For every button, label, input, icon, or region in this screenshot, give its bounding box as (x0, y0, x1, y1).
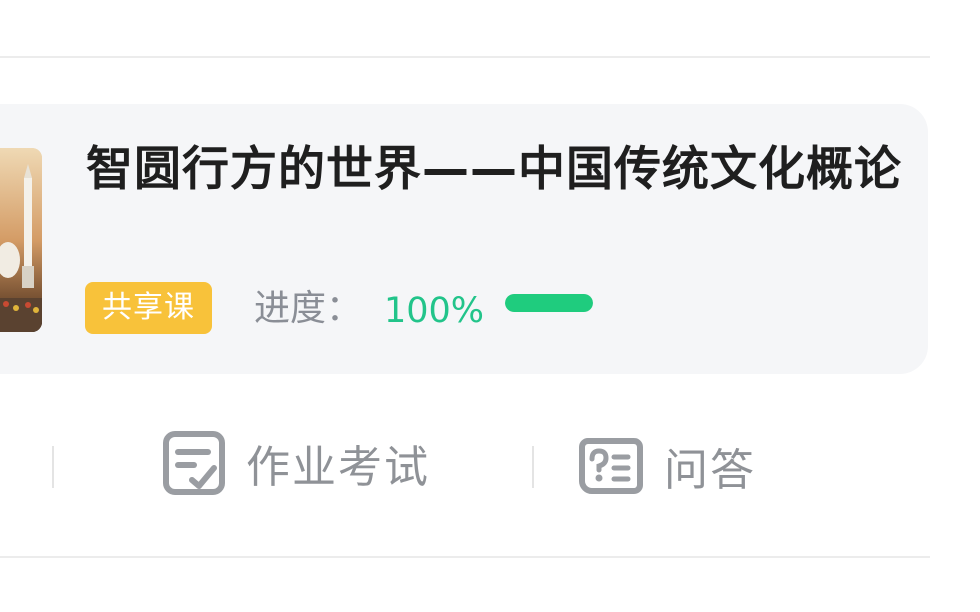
bottom-divider (0, 556, 930, 558)
progress-bar-fill (505, 294, 593, 312)
action-separator (532, 446, 534, 488)
qa-icon (578, 435, 644, 497)
homework-exam-icon (162, 430, 226, 496)
course-title[interactable]: 智圆行方的世界——中国传统文化概论 (86, 140, 902, 200)
qa-button[interactable]: 问答 (578, 434, 756, 498)
shared-course-badge: 共享课 (85, 282, 212, 334)
course-thumbnail[interactable] (0, 148, 42, 332)
action-separator (52, 446, 54, 488)
homework-exam-label: 作业考试 (246, 442, 430, 493)
progress-bar (505, 294, 593, 312)
homework-exam-button[interactable]: 作业考试 (162, 430, 430, 496)
progress-label: 进度： (254, 288, 363, 329)
top-divider (0, 56, 930, 58)
progress-value: 100% (384, 291, 485, 331)
qa-label: 问答 (664, 445, 756, 496)
